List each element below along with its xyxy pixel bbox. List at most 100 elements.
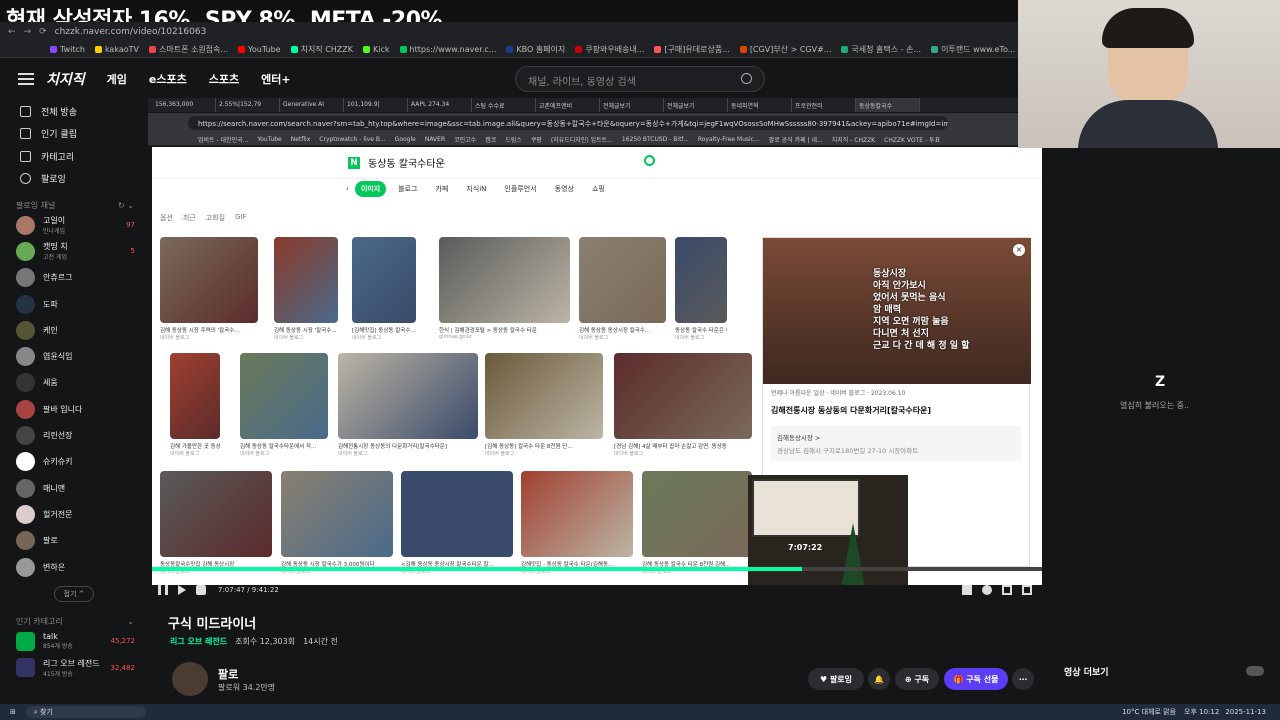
image-thumbnail[interactable] [401,471,513,557]
pause-icon[interactable] [158,585,168,595]
sidebar-channel[interactable]: 리린선장 [0,422,148,448]
taskbar-search[interactable]: ⌕ 찾기 [25,706,146,718]
streamer-name[interactable]: 팔로 [218,666,238,682]
image-caption[interactable]: 한식 | 김해관광포털 > 동상동 칼국수 타운 gimhae.go.kr [439,326,570,340]
more-icon[interactable]: ⋯ [1012,668,1034,690]
outer-url-text[interactable]: chzzk.naver.com/video/10216063 [55,27,207,37]
image-caption[interactable]: 김해전통시장 동상동의 다문화거리[칼국수타운] 네이버 블로그 [338,442,478,457]
naver-tab[interactable]: 인플루언서 [498,181,542,197]
chevron-left-icon[interactable]: ‹ [346,185,349,193]
inner-tab[interactable]: 전체글보기 [664,98,728,112]
naver-tab[interactable]: 이미지 [354,181,387,197]
sidebar-channel[interactable]: 안츄르그 [0,265,148,291]
inner-tab[interactable]: 프로관전러 [792,98,856,112]
image-thumbnail[interactable] [439,237,570,323]
inner-bookmark[interactable]: 캠코 [485,135,496,144]
back-icon[interactable]: ← [8,27,16,37]
naver-logo[interactable]: N [348,156,360,169]
image-thumbnail[interactable] [281,471,393,557]
outer-bookmark[interactable]: 국세청 홈택스 - 손... [841,44,921,55]
outer-bookmark[interactable]: YouTube [238,45,281,54]
fullscreen-icon[interactable] [1022,585,1032,595]
inner-tab[interactable]: 교촌에프앤비 [536,98,600,112]
image-caption[interactable]: 동상동 칼국수 타운은 아시...네이버 블로그 [675,326,727,341]
pip-icon[interactable] [962,585,972,595]
inner-bookmark[interactable]: 쿠팡 [531,135,542,144]
video-progress-bar[interactable] [152,567,1042,571]
outer-bookmark[interactable]: 스마트폰 소원접속... [148,44,228,55]
detail-image[interactable]: 동상시장 아직 안가보시 었어서 못먹는 음식 암 매력 지역 오면 꺼맘 눌음 다니면 … [763,238,1031,384]
image-thumbnail[interactable] [160,471,272,557]
outer-bookmark[interactable]: Kick [363,45,390,54]
settings-icon[interactable] [982,585,992,595]
detail-title[interactable]: 김해전통시장 동상동의 다문화거리[칼국수타운] [763,401,1029,420]
outer-bookmark[interactable]: KBO 홈페이지 [506,44,565,55]
inner-bookmark[interactable]: Google [395,136,416,143]
naver-option[interactable]: 최근 [183,213,196,223]
outer-bookmark[interactable]: [CGV]부산 > CGV#... [739,44,831,55]
naver-tab[interactable]: 지식iN [460,181,492,197]
image-thumbnail[interactable] [675,237,727,323]
inner-bookmark[interactable]: (자유드디자인) 입트트... [551,135,613,144]
naver-tab[interactable]: 블로그 [392,181,423,197]
refresh-icon[interactable]: ↻ ⌄ [118,201,134,210]
outer-bookmark[interactable]: Twitch [50,45,85,54]
chevron-down-icon[interactable]: ⌄ [127,617,134,626]
image-caption[interactable]: 김해 동상동 동상시장 칼국수... 네이버 블로그 [579,326,666,341]
category-badge[interactable]: 리그 오브 레전드 [170,636,227,647]
sidebar-channel[interactable]: 변하은 [0,554,148,580]
image-caption[interactable]: [경남 김해] 4살 매부터 꼽마 손칼고 감면, 동상동 네이버 블로그 [614,442,752,457]
outer-bookmark[interactable]: 쿠팡와우배송내... [575,44,644,55]
search-icon[interactable] [741,73,752,84]
subscribe-button[interactable]: ⊕ 구독 [895,668,939,690]
image-caption[interactable]: [김해맛집] 동상동 칼국수... 네이버 블로그 [352,326,416,341]
inner-tab[interactable]: AAPL 274.34 [408,98,472,112]
sidebar-channel[interactable]: 세움 [0,370,148,396]
image-thumbnail[interactable] [170,353,220,439]
popular-category[interactable]: 리그 오브 레전드 415개 방송 32,482 [0,654,148,680]
sidebar-channel[interactable]: 매니맨 [0,475,148,501]
fold-button[interactable]: 접기 ^ [54,586,94,603]
inner-bookmark[interactable]: NAVER [425,136,445,143]
windows-icon[interactable]: ⊞ [10,708,16,716]
gift-subscribe-button[interactable]: 🎁 구독 선물 [944,668,1008,690]
naver-search-icon[interactable] [644,155,655,166]
inner-bookmark[interactable]: 드림스 [505,135,522,144]
sidebar-item-following[interactable]: 팔로잉 [0,168,148,191]
naver-tab[interactable]: 동영상 [549,181,580,197]
naver-query[interactable]: 동상동 칼국수타운 [368,155,445,170]
image-thumbnail[interactable] [485,353,603,439]
reload-icon[interactable]: ⟳ [39,27,47,37]
inner-tab[interactable]: 동상동칼국수 [856,98,920,112]
image-thumbnail[interactable] [240,353,328,439]
inner-bookmark[interactable]: 치지직 - CHZZK [832,135,875,144]
image-caption[interactable]: 김해 가볼만한 곳 동상...네이버 블로그 [170,442,220,457]
image-thumbnail[interactable] [642,471,752,557]
nav-sports[interactable]: 스포츠 [209,71,239,87]
inner-tab[interactable]: 156,363,000 [152,98,216,112]
image-thumbnail[interactable] [614,353,752,439]
image-thumbnail[interactable] [352,237,416,323]
sidebar-channel[interactable]: 케인 [0,317,148,343]
sidebar-item-all-live[interactable]: 전체 방송 [0,100,148,123]
outer-bookmark[interactable]: kakaoTV [94,45,139,54]
close-icon[interactable]: × [1013,244,1025,256]
next-icon[interactable] [178,585,186,595]
outer-bookmark[interactable]: 이투랜드 www.eTo... [931,44,1015,55]
following-button[interactable]: ♥ 팔로잉 [808,668,864,690]
sidebar-item-clips[interactable]: 인기 클립 [0,123,148,146]
inner-bookmark[interactable]: Royalty-Free Music... [698,136,760,143]
detail-blog[interactable]: 언제나 아름다운 일상 · 네이버 블로그 · 2023.06.10 [763,384,1029,401]
sidebar-channel[interactable]: 팔바 입니다 [0,396,148,422]
image-caption[interactable]: [김해 동상동] 칼국수 타운 8천원 단... 네이버 블로그 [485,442,603,457]
inner-tab[interactable]: 동네피연혁 [728,98,792,112]
streamer-avatar[interactable] [172,662,208,696]
inner-url-text[interactable]: https://search.naver.com/search.naver?sm… [188,116,948,130]
sidebar-channel[interactable]: 캣띵 치 고전 게임 5 [0,238,148,264]
image-thumbnail[interactable] [579,237,666,323]
sidebar-channel[interactable]: 헐거전문 [0,501,148,527]
image-thumbnail[interactable] [338,353,478,439]
inner-bookmark[interactable]: Netflix [291,136,311,143]
naver-tab[interactable]: 쇼핑 [586,181,611,197]
theater-icon[interactable] [1002,585,1012,595]
